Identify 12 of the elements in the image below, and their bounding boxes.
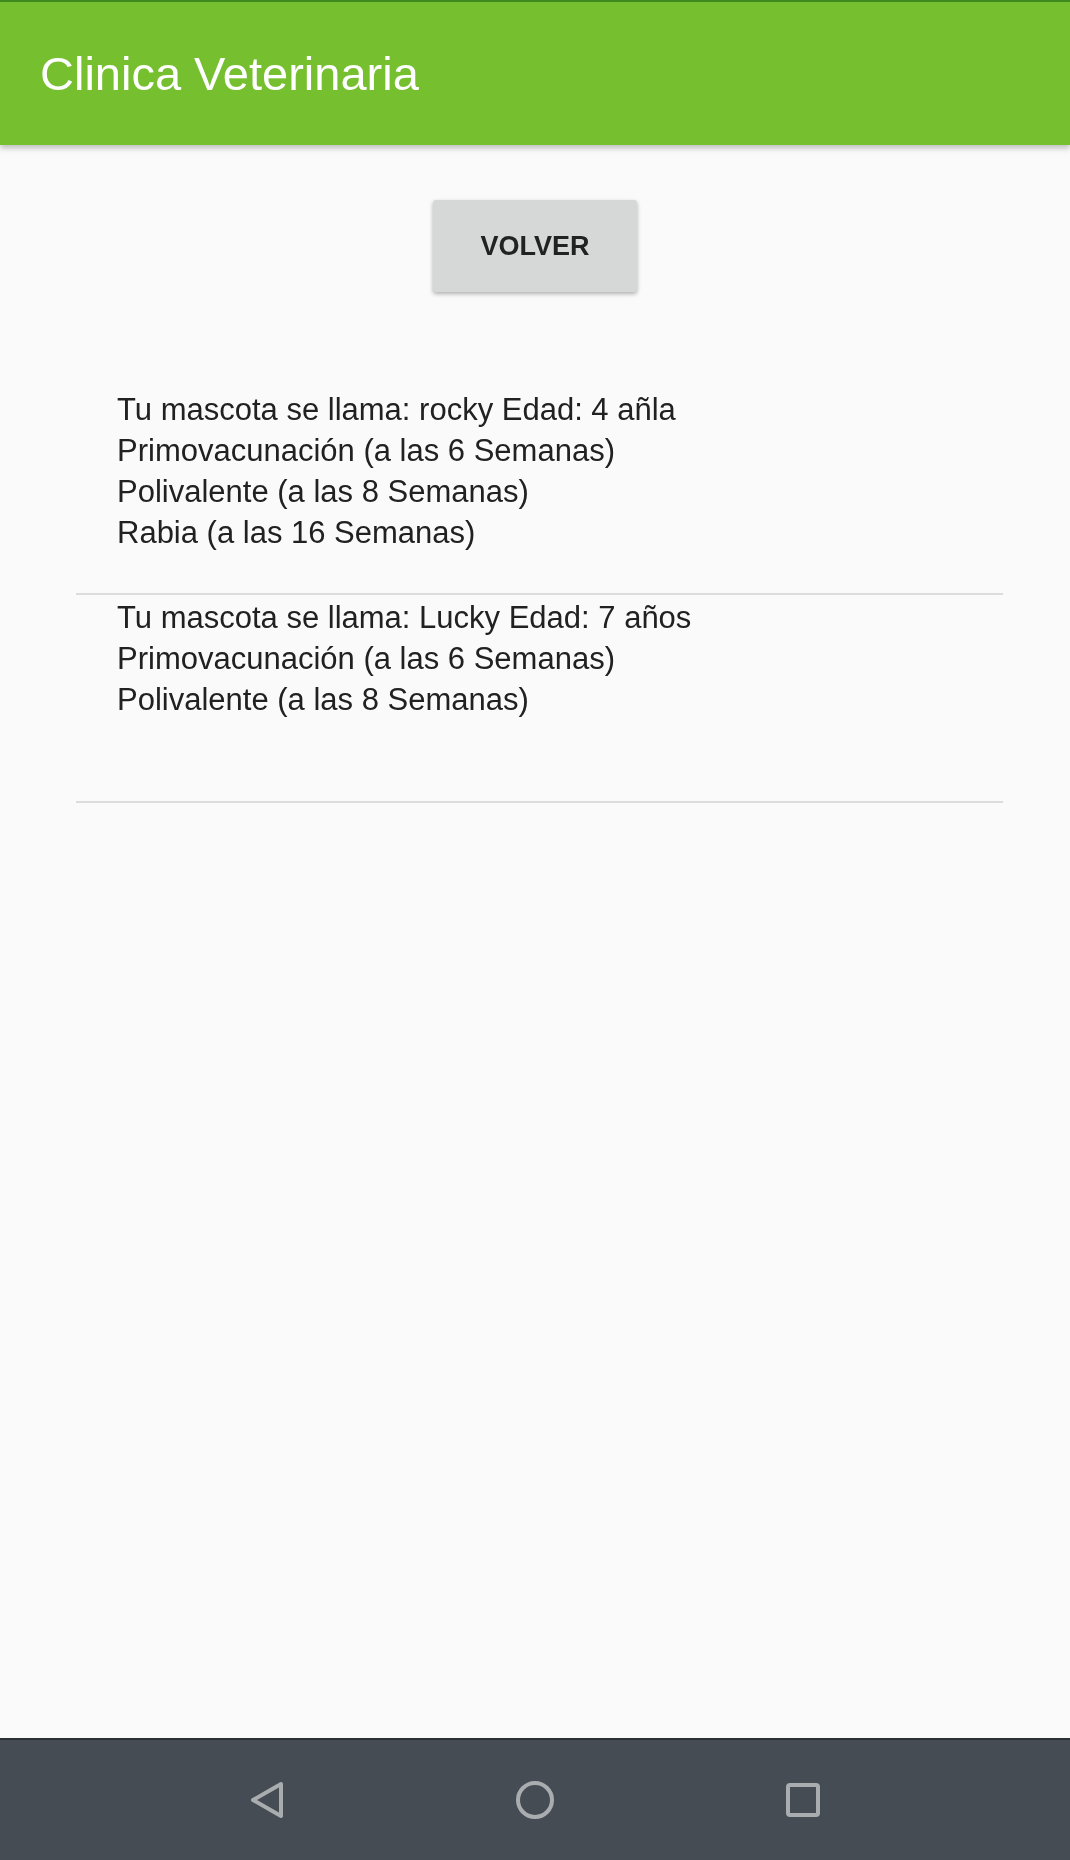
recents-icon[interactable] bbox=[785, 1782, 821, 1818]
pet-info-text: Primovacunación (a las 6 Semanas) bbox=[117, 432, 616, 470]
pet-info-text: Tu mascota se llama: rocky Edad: 4 añla bbox=[117, 391, 677, 429]
pet-info-text: Rabia (a las 16 Semanas) bbox=[117, 514, 477, 552]
home-icon[interactable] bbox=[515, 1780, 555, 1820]
app-title: Clinica Veterinaria bbox=[40, 46, 419, 101]
back-button[interactable]: VOLVER bbox=[433, 200, 637, 292]
pet-info-text: Polivalente (a las 8 Semanas) bbox=[117, 681, 530, 719]
pet-info-text: Primovacunación (a las 6 Semanas) bbox=[117, 640, 616, 678]
pet-info-text: Polivalente (a las 8 Semanas) bbox=[117, 473, 530, 511]
pet-info-text: Tu mascota se llama: Lucky Edad: 7 años bbox=[117, 599, 693, 637]
back-icon[interactable] bbox=[249, 1780, 285, 1820]
